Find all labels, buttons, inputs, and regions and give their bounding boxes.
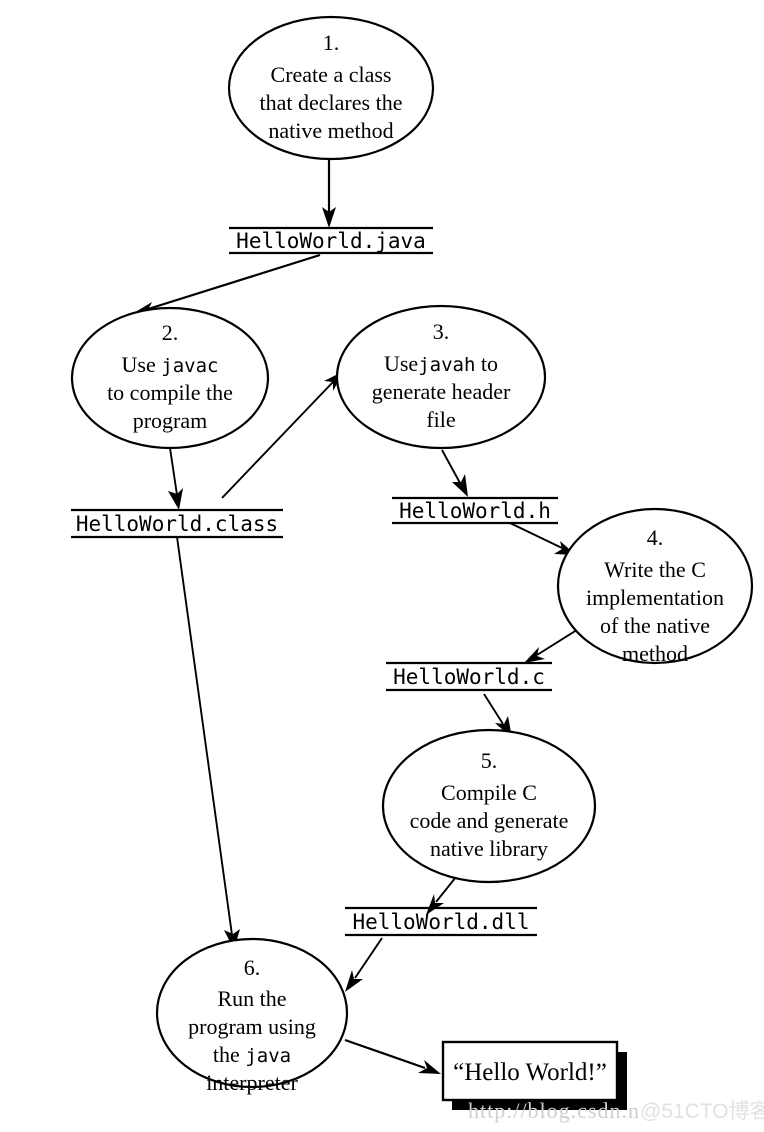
step1-number: 1.: [323, 30, 340, 55]
edge-file-h-to-step4: [509, 522, 576, 555]
edge-step1-to-file-java: [322, 160, 336, 228]
node-step1[interactable]: 1. Create a class that declares the nati…: [227, 15, 435, 161]
edge-step4-to-file-c: [524, 627, 581, 663]
step1-line-3: native method: [268, 118, 393, 143]
file-artifact-class[interactable]: HelloWorld.class: [71, 508, 283, 539]
step3-word-to: to: [475, 351, 498, 376]
step1-line-1: Create a class: [271, 62, 392, 87]
step6-line-2: program using: [188, 1014, 316, 1039]
edge-step2-to-file-class: [168, 447, 183, 510]
step3-line-1: Usejavah to: [384, 351, 498, 376]
step6-line-4: interpreter: [206, 1070, 298, 1095]
edge-file-class-to-step6: [176, 536, 240, 950]
step5-line-2: code and generate: [410, 808, 569, 833]
file-artifact-java[interactable]: HelloWorld.java: [229, 226, 433, 255]
step4-line-2: implementation: [586, 585, 724, 610]
file-class-label: HelloWorld.class: [76, 512, 278, 536]
step6-word-the: the: [213, 1042, 245, 1067]
watermark-brand: @51CTO博客: [640, 1100, 764, 1123]
file-artifact-dll[interactable]: HelloWorld.dll: [345, 906, 537, 937]
step2-line-3: program: [133, 408, 208, 433]
file-java-label: HelloWorld.java: [236, 229, 426, 253]
step4-line-4: method: [622, 641, 688, 666]
step3-line-3: file: [426, 407, 455, 432]
step2-line-2: to compile the: [107, 380, 233, 405]
node-step3[interactable]: 3. Usejavah to generate header file: [335, 304, 547, 450]
edge-file-dll-to-step6: [345, 937, 383, 992]
step3-number: 3.: [433, 319, 450, 344]
node-step5[interactable]: 5. Compile C code and generate native li…: [381, 728, 597, 884]
node-step4[interactable]: 4. Write the C implementation of the nat…: [556, 507, 754, 666]
step2-word-use: Use: [122, 352, 162, 377]
watermark: http://blog.csdn.n @51CTO博客: [468, 1098, 764, 1123]
file-h-label: HelloWorld.h: [399, 499, 551, 523]
output-window-text: “Hello World!”: [453, 1059, 607, 1086]
step4-line-3: of the native: [600, 613, 710, 638]
file-dll-label: HelloWorld.dll: [352, 910, 529, 934]
step1-line-2: that declares the: [260, 90, 403, 115]
node-step2[interactable]: 2. Use javac to compile the program: [70, 306, 270, 450]
step2-line-1: Use javac: [122, 352, 219, 377]
step3-word-use: Use: [384, 351, 418, 376]
step4-line-1: Write the C: [604, 557, 706, 582]
step5-line-1: Compile C: [441, 780, 537, 805]
step5-number: 5.: [481, 748, 498, 773]
file-artifact-h[interactable]: HelloWorld.h: [392, 496, 558, 525]
step6-number: 6.: [244, 955, 261, 980]
step6-line-3: the java: [213, 1042, 291, 1067]
step2-cmd-javac: javac: [161, 355, 218, 377]
step3-line-2: generate header: [372, 379, 511, 404]
step2-number: 2.: [162, 320, 179, 345]
watermark-url: http://blog.csdn.n: [468, 1098, 640, 1123]
step6-line-1: Run the: [217, 986, 286, 1011]
step4-number: 4.: [647, 525, 664, 550]
step5-line-3: native library: [430, 836, 548, 861]
edge-step6-to-output: [344, 1038, 441, 1074]
file-c-label: HelloWorld.c: [393, 665, 545, 689]
edge-file-java-to-step2: [132, 253, 321, 316]
jni-flowchart: 1. Create a class that declares the nati…: [70, 15, 764, 1123]
edge-step3-to-file-h: [441, 449, 468, 497]
diagram-canvas: 1. Create a class that declares the nati…: [0, 0, 764, 1132]
node-step6[interactable]: 6. Run the program using the java interp…: [155, 937, 349, 1095]
step6-cmd-java: java: [245, 1045, 291, 1067]
file-artifact-c[interactable]: HelloWorld.c: [386, 661, 552, 692]
step3-cmd-javah: javah: [418, 354, 475, 376]
